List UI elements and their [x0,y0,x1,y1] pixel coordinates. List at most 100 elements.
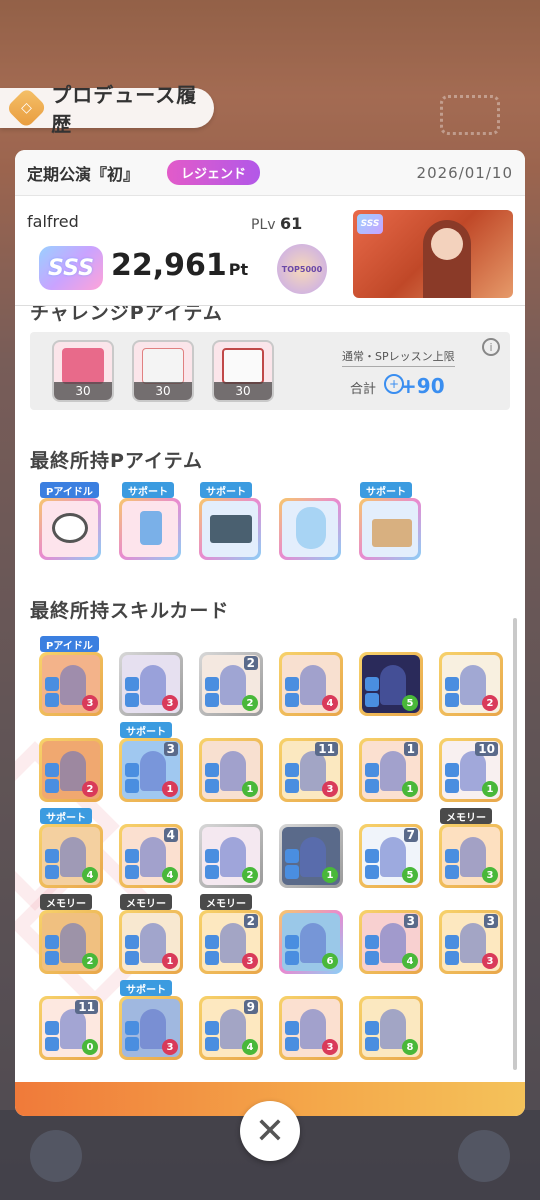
challenge-item[interactable]: 30 [52,340,114,402]
effect-icon [285,865,299,879]
header: ◇ プロデュース履歴 [0,83,214,136]
skill-card[interactable]: 75 [359,824,423,888]
effect-icon [45,951,59,965]
effect-icon [365,951,379,965]
effect-icon [365,677,379,691]
performance-date: 2026/01/10 [416,163,513,182]
producer-info: falfred PLv 61 SSS 22,961 Pt TOP5000 SSS [15,196,525,306]
card-level: 10 [475,742,498,756]
effect-icon [445,865,459,879]
card-cost: 4 [322,695,338,711]
effect-icon [205,677,219,691]
card-level: 3 [163,742,178,756]
card-cost: 4 [82,867,98,883]
p-item[interactable] [359,498,421,560]
producer-name: falfred [27,212,79,231]
skill-card[interactable]: 3 [39,652,103,716]
info-icon[interactable]: i [482,338,500,356]
effect-icon [365,779,379,793]
skill-card[interactable]: 3 [119,652,183,716]
effect-icon [285,1021,299,1035]
home-icon[interactable] [30,1130,82,1182]
difficulty-badge: レジェンド [167,160,261,185]
challenge-item[interactable]: 30 [132,340,194,402]
skill-card[interactable]: 22 [199,652,263,716]
effect-icon [45,763,59,777]
skill-card[interactable]: 23 [199,910,263,974]
skill-card[interactable]: 34 [359,910,423,974]
skill-card[interactable]: 6 [279,910,343,974]
scroll-content[interactable]: チャレンジPアイテム 30 30 30 通常・SPレッスン上限 合計 +90 + … [15,306,525,1082]
effect-icon [285,677,299,691]
skill-card[interactable]: 2 [39,910,103,974]
p-item[interactable] [279,498,341,560]
skill-card[interactable]: 2 [439,652,503,716]
skill-card[interactable]: 11 3 [279,738,343,802]
card-cost: 6 [322,953,338,969]
skill-card[interactable]: 1 [119,910,183,974]
card-cost: 5 [402,867,418,883]
skill-card[interactable]: 33 [439,910,503,974]
skill-card[interactable]: 2 [199,824,263,888]
skill-card[interactable]: 31 [119,738,183,802]
skill-card[interactable]: 94 [199,996,263,1060]
skill-card[interactable]: 1 [199,738,263,802]
skill-card[interactable]: 11 0 [39,996,103,1060]
effect-icon [445,951,459,965]
close-button[interactable]: ✕ [240,1101,300,1161]
card-cost: 3 [322,1039,338,1055]
effect-icon [445,763,459,777]
skill-card[interactable]: 10 1 [439,738,503,802]
skill-card[interactable]: 3 [279,996,343,1060]
card-level: 3 [483,914,498,928]
challenge-item[interactable]: 30 [212,340,274,402]
skill-card[interactable]: 4 [279,652,343,716]
effect-icon [45,693,59,707]
skill-card[interactable]: 3 [439,824,503,888]
card-cost: 1 [162,953,178,969]
effect-icon [125,865,139,879]
effect-icon [285,779,299,793]
effect-icon [365,693,379,707]
scrollbar[interactable] [513,618,517,1070]
skill-cards-title: 最終所持スキルカード [30,600,230,622]
effect-icon [445,935,459,949]
skill-card[interactable]: 11 [359,738,423,802]
skill-card[interactable]: 4 [39,824,103,888]
card-tag: メモリー [440,808,492,824]
effect-icon [205,1021,219,1035]
card-cost: 4 [242,1039,258,1055]
idol-portrait[interactable]: SSS [353,210,513,298]
effect-icon [205,935,219,949]
skill-card[interactable]: 5 [359,652,423,716]
skill-card[interactable]: 3 [119,996,183,1060]
skill-card[interactable]: 1 [279,824,343,888]
menu-icon[interactable] [458,1130,510,1182]
card-cost: 8 [402,1039,418,1055]
skill-card[interactable]: 44 [119,824,183,888]
card-cost: 1 [322,867,338,883]
skill-card[interactable]: 2 [39,738,103,802]
card-cost: 3 [162,1039,178,1055]
card-level: 2 [243,914,258,928]
p-item[interactable] [199,498,261,560]
card-cost: 2 [242,695,258,711]
effect-icon [285,1037,299,1051]
p-item[interactable] [39,498,101,560]
card-cost: 3 [242,953,258,969]
effect-icon [125,677,139,691]
effect-icon [285,693,299,707]
effect-icon [125,693,139,707]
limit-label: 通常・SPレッスン上限 [342,348,455,367]
effect-icon [285,951,299,965]
effect-icon [125,951,139,965]
effect-icon [445,849,459,863]
tag-support: サポート [122,482,174,498]
effect-icon [285,763,299,777]
performance-row: 定期公演『初』 レジェンド 2026/01/10 [15,150,525,196]
card-cost: 2 [242,867,258,883]
skill-card[interactable]: 8 [359,996,423,1060]
card-cost: 1 [162,781,178,797]
card-cost: 1 [402,781,418,797]
p-item[interactable] [119,498,181,560]
